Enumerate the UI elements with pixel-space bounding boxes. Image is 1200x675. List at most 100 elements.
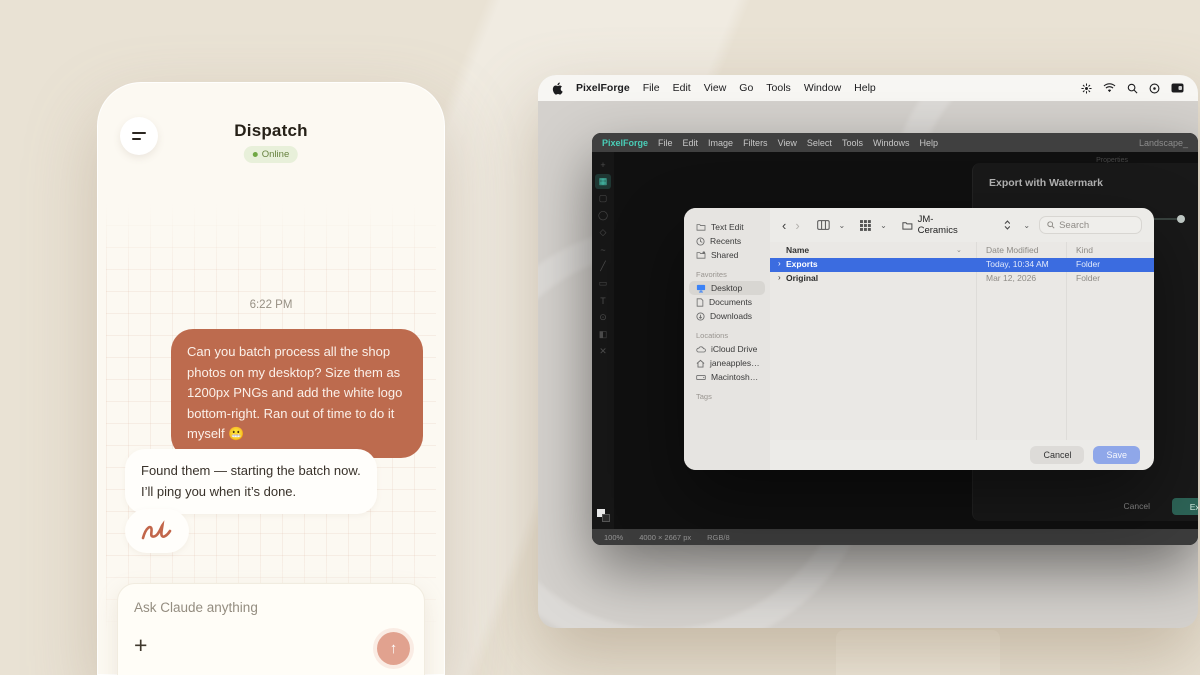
control-center-icon[interactable] (1149, 83, 1160, 94)
keyboard-brightness-icon[interactable] (1081, 83, 1092, 94)
display-icon[interactable] (1171, 83, 1184, 93)
menu-go[interactable]: Go (739, 82, 753, 94)
user-message-bubble: Can you batch process all the shop photo… (171, 329, 423, 458)
sidebar-section-favorites: Favorites (684, 262, 770, 281)
sidebar-section-tags: Tags (684, 384, 770, 403)
tool-gradient-icon[interactable]: ◧ (595, 327, 611, 342)
sidebar-item-downloads[interactable]: Downloads (684, 309, 770, 323)
window-app-name[interactable]: PixelForge (602, 138, 648, 148)
menu-edit[interactable]: Edit (673, 82, 691, 94)
row-kind: Folder (1076, 259, 1100, 269)
zoom-level: 100% (604, 533, 623, 542)
save-button[interactable]: Save (1093, 446, 1140, 464)
sort-chevron-icon[interactable]: ⌄ (956, 246, 962, 254)
mac-screen: PixelForge File Edit View Go Tools Windo… (538, 75, 1198, 628)
chat-app-panel: Dispatch Online 6:22 PM Can you batch pr… (97, 82, 445, 675)
menu-view[interactable]: View (704, 82, 727, 94)
tool-move-icon[interactable]: + (595, 157, 611, 172)
background-card (836, 630, 1000, 675)
sidebar-item-macintosh[interactable]: Macintosh… (684, 370, 770, 384)
folder-icon (696, 223, 706, 231)
row-name: Exports (786, 259, 818, 269)
sidebar-label: janeapples… (710, 358, 760, 368)
menu-help[interactable]: Help (854, 82, 876, 94)
send-button[interactable]: ↑ (377, 632, 410, 665)
win-menu-filters[interactable]: Filters (743, 138, 768, 148)
menu-file[interactable]: File (643, 82, 660, 94)
finder-toolbar: ‹ › ⌄ ⌄ JM-Ceramics ⌄ (770, 208, 1154, 242)
finder-open-dialog: Text Edit Recents Shared Favorites Deskt… (684, 208, 1154, 470)
win-menu-image[interactable]: Image (708, 138, 733, 148)
cancel-button[interactable]: Cancel (1030, 446, 1084, 464)
column-header-date[interactable]: Date Modified (986, 245, 1038, 255)
tool-ellipse-icon[interactable]: ◯ (595, 208, 611, 223)
win-menu-file[interactable]: File (658, 138, 673, 148)
sidebar-item-shared[interactable]: Shared (684, 248, 770, 262)
table-row-original[interactable]: › Original Mar 12, 2026 Folder (770, 272, 1154, 286)
win-menu-help[interactable]: Help (919, 138, 938, 148)
dialog-export-button[interactable]: Export (1172, 498, 1198, 515)
sidebar-item-recents[interactable]: Recents (684, 234, 770, 248)
chat-input[interactable] (134, 600, 408, 615)
window-statusbar: 100% 4000 × 2667 px RGB/8 (592, 529, 1198, 545)
forward-button[interactable]: › (795, 219, 799, 232)
chevron-down-icon[interactable]: ⌄ (839, 221, 846, 230)
search-field[interactable] (1039, 216, 1142, 234)
grid-view-icon[interactable] (860, 220, 871, 231)
file-list: Name ⌄ Date Modified Kind › Exports Toda… (770, 242, 1154, 440)
column-view-icon[interactable] (817, 220, 830, 230)
color-swatches[interactable] (597, 509, 611, 523)
column-header-kind[interactable]: Kind (1076, 245, 1093, 255)
sidebar-label: Documents (709, 297, 752, 307)
dialog-cancel-button[interactable]: Cancel (1124, 501, 1150, 511)
wifi-icon[interactable] (1103, 83, 1116, 93)
menu-tools[interactable]: Tools (766, 82, 791, 94)
chevron-down-icon[interactable]: ⌄ (1023, 221, 1030, 230)
table-row-exports[interactable]: › Exports Today, 10:34 AM Folder (770, 258, 1154, 272)
sidebar-item-icloud[interactable]: iCloud Drive (684, 342, 770, 356)
slider-knob[interactable] (1177, 215, 1185, 223)
menu-window[interactable]: Window (804, 82, 841, 94)
location-dropdown[interactable]: JM-Ceramics (902, 214, 1011, 236)
sidebar-label: Shared (711, 250, 738, 260)
tool-zoom-icon[interactable]: ⊙ (595, 310, 611, 325)
status-label: Online (262, 149, 289, 160)
sidebar-label: Text Edit (711, 222, 744, 232)
tool-brush-icon[interactable]: ╱ (595, 259, 611, 274)
assistant-typing-bubble (125, 509, 189, 553)
tool-lasso-icon[interactable]: ◇ (595, 225, 611, 240)
win-menu-view[interactable]: View (778, 138, 797, 148)
tool-text-icon[interactable]: T (595, 293, 611, 308)
menubar-app-name[interactable]: PixelForge (576, 82, 630, 94)
tool-crop-icon[interactable]: ▢ (595, 191, 611, 206)
back-button[interactable]: ‹ (782, 219, 786, 232)
tool-shape-icon[interactable]: ▭ (595, 276, 611, 291)
home-icon (696, 359, 705, 368)
attach-plus-button[interactable]: + (134, 634, 147, 657)
disclosure-icon[interactable]: › (778, 273, 781, 282)
up-down-chevrons-icon (1004, 220, 1011, 230)
tool-eraser-icon[interactable]: ✕ (595, 344, 611, 359)
download-icon (696, 312, 705, 321)
image-dimensions: 4000 × 2667 px (639, 533, 691, 542)
sidebar-item-home[interactable]: janeapples… (684, 356, 770, 370)
search-input[interactable] (1059, 220, 1129, 231)
chevron-down-icon[interactable]: ⌄ (880, 221, 887, 230)
tool-marquee-icon[interactable]: ▦ (595, 174, 611, 189)
win-menu-select[interactable]: Select (807, 138, 832, 148)
apple-logo-icon[interactable] (552, 82, 563, 95)
tool-wand-icon[interactable]: ~ (595, 242, 611, 257)
sidebar-item-textedit[interactable]: Text Edit (684, 220, 770, 234)
win-menu-windows[interactable]: Windows (873, 138, 910, 148)
disclosure-icon[interactable]: › (778, 259, 781, 268)
win-menu-edit[interactable]: Edit (683, 138, 699, 148)
sidebar-item-documents[interactable]: Documents (684, 295, 770, 309)
win-menu-tools[interactable]: Tools (842, 138, 863, 148)
cloud-icon (696, 346, 706, 353)
current-folder-label: JM-Ceramics (918, 214, 973, 236)
spotlight-search-icon[interactable] (1127, 83, 1138, 94)
dialog-footer: Cancel Save (684, 440, 1154, 470)
dialog-title: Export with Watermark (989, 177, 1103, 189)
sidebar-item-desktop[interactable]: Desktop (689, 281, 765, 295)
column-header-name[interactable]: Name (786, 245, 809, 255)
